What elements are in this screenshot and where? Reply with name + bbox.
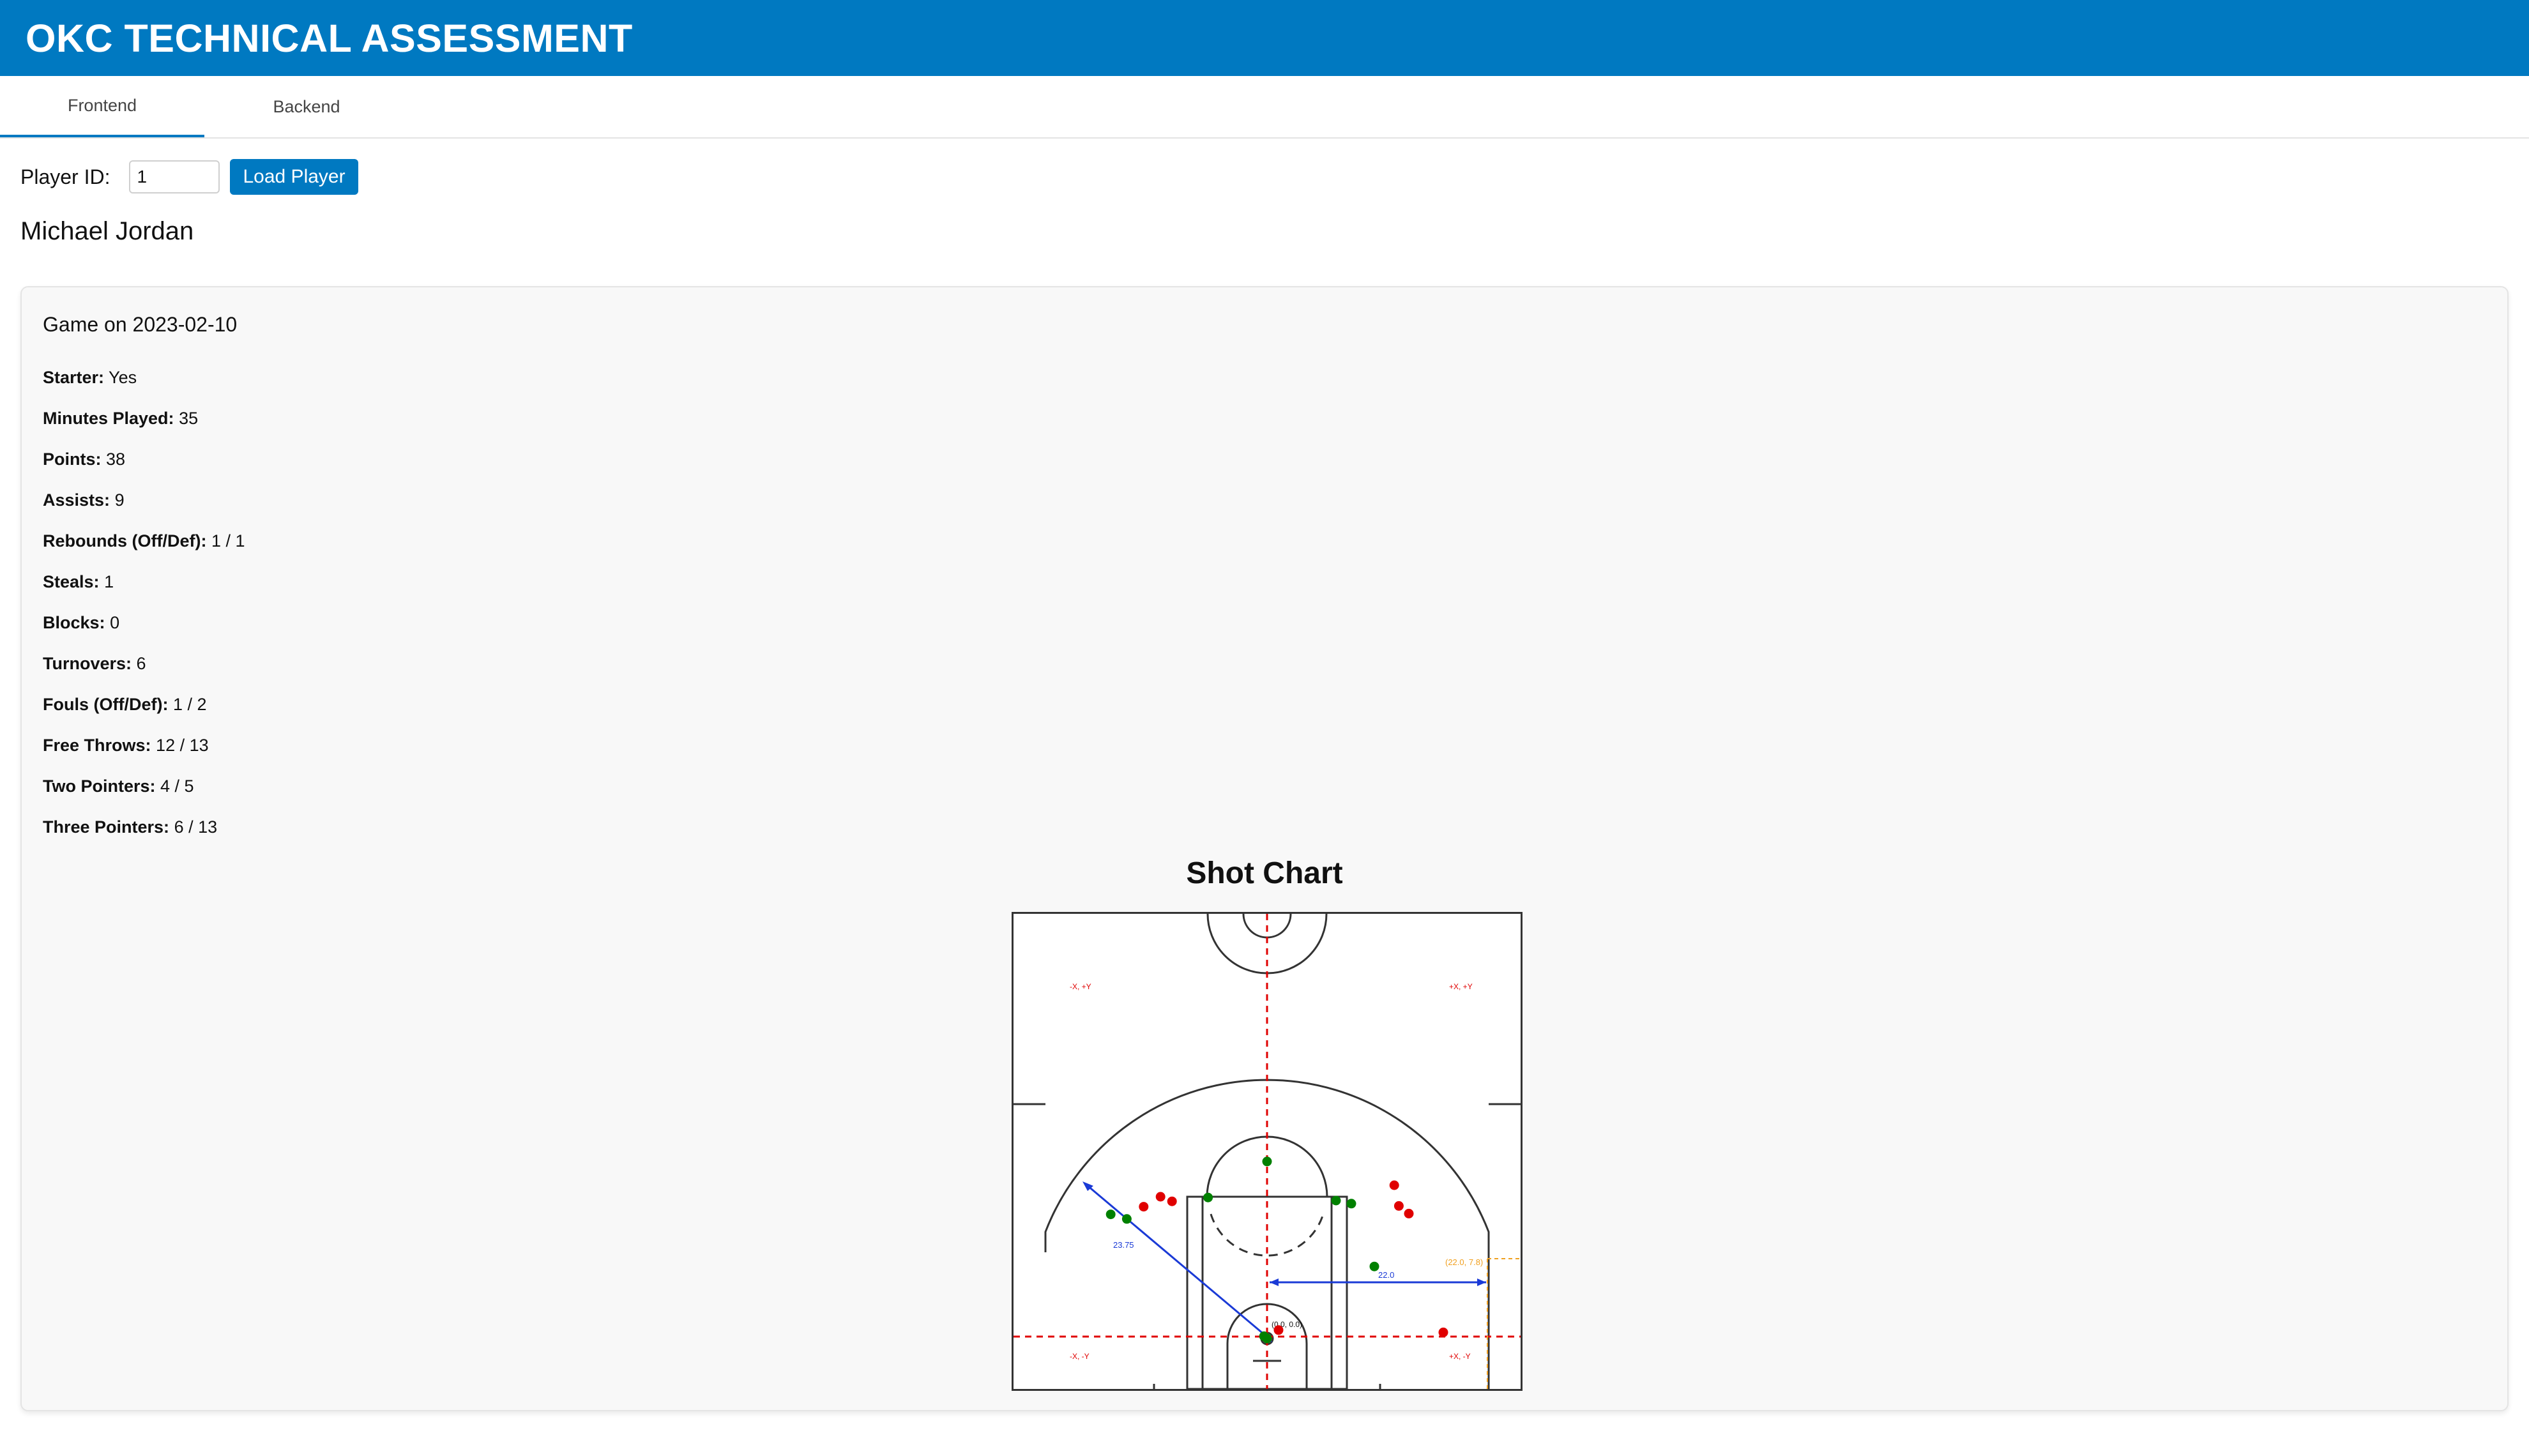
stat-three-pointers: Three Pointers: 6 / 13	[43, 816, 245, 857]
corner-distance-label: 22.0	[1378, 1270, 1394, 1280]
stat-value: 6 / 13	[174, 817, 218, 837]
missed-shot-marker	[1167, 1196, 1177, 1206]
stats-list: Starter: Yes Minutes Played: 35 Points: …	[43, 367, 245, 857]
stat-value: 4 / 5	[160, 777, 194, 796]
app-header: OKC TECHNICAL ASSESSMENT	[0, 0, 2529, 76]
stat-blocks: Blocks: 0	[43, 612, 245, 653]
stat-steals: Steals: 1	[43, 571, 245, 612]
player-id-label: Player ID:	[20, 165, 110, 188]
stat-turnovers: Turnovers: 6	[43, 653, 245, 694]
made-shot-marker	[1346, 1199, 1356, 1209]
stat-two-pointers: Two Pointers: 4 / 5	[43, 775, 245, 816]
stat-assists: Assists: 9	[43, 489, 245, 530]
missed-shot-marker	[1139, 1202, 1149, 1212]
quadrant-label-top-left: -X, +Y	[1070, 982, 1091, 991]
missed-shot-marker	[1438, 1327, 1448, 1337]
shot-chart-title: Shot Chart	[1186, 856, 1343, 890]
measure-labels: 23.75 22.0	[1113, 1240, 1394, 1280]
stat-value: Yes	[109, 368, 137, 387]
stat-points: Points: 38	[43, 448, 245, 489]
stat-label: Three Pointers:	[43, 817, 170, 837]
stat-label: Starter:	[43, 368, 105, 387]
stat-label: Two Pointers:	[43, 777, 156, 796]
arrowhead-icon	[1270, 1278, 1279, 1286]
app-title: OKC TECHNICAL ASSESSMENT	[26, 16, 633, 60]
tab-frontend[interactable]: Frontend	[0, 76, 204, 137]
stat-value: 38	[106, 450, 126, 469]
made-shot-marker	[1331, 1195, 1341, 1206]
made-shot-marker	[1105, 1210, 1116, 1220]
corner-guides	[1487, 1258, 1521, 1389]
stat-value: 6	[136, 654, 146, 673]
made-shot-marker	[1121, 1214, 1132, 1224]
stat-value: 1	[104, 572, 114, 591]
missed-shot-marker	[1404, 1208, 1414, 1218]
missed-shot-marker	[1394, 1201, 1404, 1211]
shot-markers	[1105, 1156, 1448, 1344]
court-svg: -X, +Y +X, +Y -X, -Y +X, -Y (22.0, 7.8)	[1014, 914, 1521, 1389]
stat-label: Minutes Played:	[43, 409, 174, 428]
stat-fouls: Fouls (Off/Def): 1 / 2	[43, 694, 245, 734]
missed-shot-marker	[1155, 1192, 1166, 1202]
stat-value: 1 / 1	[211, 531, 245, 550]
stat-rebounds: Rebounds (Off/Def): 1 / 1	[43, 530, 245, 571]
three-radius-label: 23.75	[1113, 1240, 1134, 1250]
game-card: Game on 2023-02-10 Starter: Yes Minutes …	[20, 286, 2509, 1411]
missed-shot-marker	[1389, 1180, 1399, 1190]
stat-label: Rebounds (Off/Def):	[43, 531, 207, 550]
stat-label: Free Throws:	[43, 736, 151, 755]
tab-backend[interactable]: Backend	[204, 76, 409, 137]
stat-label: Blocks:	[43, 613, 105, 632]
stat-starter: Starter: Yes	[43, 367, 245, 407]
stat-value: 35	[179, 409, 199, 428]
stat-label: Turnovers:	[43, 654, 132, 673]
quadrant-label-top-right: +X, +Y	[1449, 982, 1473, 991]
stat-minutes: Minutes Played: 35	[43, 407, 245, 448]
three-radius-line	[1086, 1184, 1270, 1340]
stat-value: 0	[110, 613, 120, 632]
load-player-button[interactable]: Load Player	[230, 159, 358, 195]
arrowhead-icon	[1477, 1278, 1486, 1286]
tab-bar: Frontend Backend	[0, 76, 2529, 139]
stat-value: 9	[114, 490, 125, 510]
player-id-input[interactable]	[129, 160, 220, 193]
stat-label: Fouls (Off/Def):	[43, 695, 169, 714]
stat-free-throws: Free Throws: 12 / 13	[43, 734, 245, 775]
quadrant-label-bottom-right: +X, -Y	[1449, 1352, 1471, 1361]
player-form: Player ID: Load Player	[20, 158, 358, 195]
made-shot-marker	[1262, 1156, 1272, 1167]
stat-label: Steals:	[43, 572, 100, 591]
quadrant-label-bottom-left: -X, -Y	[1070, 1352, 1090, 1361]
stat-value: 12 / 13	[156, 736, 209, 755]
corner-point-label: (22.0, 7.8)	[1445, 1257, 1483, 1267]
player-name: Michael Jordan	[20, 217, 194, 245]
made-shot-marker	[1203, 1192, 1213, 1202]
missed-shot-marker	[1273, 1325, 1284, 1335]
made-shot-marker	[1262, 1333, 1272, 1344]
made-shot-marker	[1369, 1261, 1379, 1271]
stat-value: 1 / 2	[172, 695, 207, 714]
game-title: Game on 2023-02-10	[43, 313, 238, 336]
stat-label: Assists:	[43, 490, 110, 510]
stat-label: Points:	[43, 450, 102, 469]
shot-chart-court: -X, +Y +X, +Y -X, -Y +X, -Y (22.0, 7.8)	[1012, 912, 1523, 1391]
